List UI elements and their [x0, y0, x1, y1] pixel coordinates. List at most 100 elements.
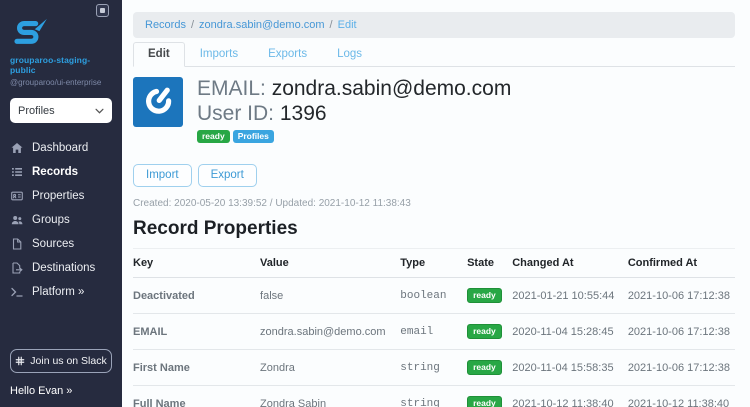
table-row-full-name: Full Name Zondra Sabin string ready 2021-10-… — [133, 385, 735, 407]
tab-logs[interactable]: Logs — [322, 42, 377, 67]
sidebar-item-label: Platform » — [32, 286, 85, 298]
column-header-value: Value — [260, 248, 401, 279]
table-row-deactivated: Deactivated false boolean ready 2021-01-21 1… — [133, 277, 735, 315]
cell-type: email — [400, 313, 468, 351]
record-meta: Created: 2020-05-20 13:39:52 / Updated: … — [133, 198, 411, 210]
brand-title: grouparoo-staging-public — [10, 55, 91, 75]
file-export-icon — [11, 262, 24, 274]
record-header: EMAIL: zondra.sabin@demo.com User ID: 13… — [133, 77, 735, 144]
breadcrumb-link-records[interactable]: Records — [145, 19, 186, 31]
record-titles: EMAIL: zondra.sabin@demo.com User ID: 13… — [197, 77, 512, 144]
sidebar-collapse-button[interactable] — [96, 4, 109, 17]
badge-ready: ready — [197, 130, 230, 144]
badge-profiles: Profiles — [232, 130, 274, 144]
record-badges: ready Profiles — [197, 130, 511, 144]
chevron-down-icon — [95, 108, 104, 114]
id-card-icon — [11, 190, 24, 202]
sidebar-item-platform[interactable]: Platform » — [10, 280, 112, 304]
cell-state: ready — [467, 385, 513, 407]
record-email-label: EMAIL: — [197, 77, 266, 100]
column-header-key: Key — [133, 248, 261, 279]
cell-key: First Name — [133, 349, 261, 387]
record-id-value: 1396 — [279, 101, 327, 125]
model-select-value: Profiles — [18, 104, 55, 117]
cell-state: ready — [467, 349, 513, 387]
cell-value: Zondra — [260, 349, 401, 387]
sidebar-item-sources[interactable]: Sources — [10, 232, 112, 256]
file-icon — [11, 238, 24, 250]
column-header-changed-at: Changed At — [512, 248, 628, 279]
sidebar-nav: Dashboard Records Properties Groups Sources D… — [10, 136, 112, 304]
cell-value: zondra.sabin@demo.com — [260, 313, 401, 351]
grouparoo-logo-icon — [14, 18, 47, 44]
import-button[interactable]: Import — [133, 164, 192, 188]
home-icon — [11, 142, 24, 154]
sidebar-item-destinations[interactable]: Destinations — [10, 256, 112, 280]
terminal-icon — [11, 286, 24, 298]
sidebar-item-label: Properties — [32, 190, 85, 202]
cell-changed-at: 2021-01-21 10:55:44 — [512, 277, 628, 315]
cell-key: Full Name — [133, 385, 261, 407]
join-slack-button[interactable]: Join us on Slack — [10, 349, 112, 373]
record-id-label: User ID: — [197, 101, 275, 125]
cell-type: string — [400, 349, 468, 387]
state-badge: ready — [467, 360, 502, 376]
sidebar-item-label: Dashboard — [32, 142, 89, 154]
user-greeting-link[interactable]: Hello Evan » — [10, 385, 112, 397]
cell-value: false — [260, 277, 401, 315]
sidebar-item-dashboard[interactable]: Dashboard — [10, 136, 112, 160]
state-badge: ready — [467, 324, 502, 340]
cell-confirmed-at: 2021-10-06 17:12:38 — [627, 313, 735, 351]
sidebar: grouparoo-staging-public @grouparoo/ui-e… — [0, 0, 122, 407]
cell-key: Deactivated — [133, 277, 261, 315]
page-title: Record Properties — [133, 218, 298, 240]
column-header-confirmed-at: Confirmed At — [627, 248, 735, 279]
table-body: Deactivated false boolean ready 2021-01-21 1… — [133, 277, 735, 407]
breadcrumb-separator: / — [190, 19, 195, 31]
breadcrumb-link-edit[interactable]: Edit — [338, 19, 357, 31]
cell-value: Zondra Sabin — [260, 385, 401, 407]
state-badge: ready — [467, 396, 502, 407]
sidebar-item-properties[interactable]: Properties — [10, 184, 112, 208]
tab-bar: Edit Imports Exports Logs — [133, 42, 735, 67]
cell-changed-at: 2020-11-04 15:28:45 — [512, 313, 628, 351]
table-row-email: EMAIL zondra.sabin@demo.com email ready 2020… — [133, 313, 735, 351]
cell-state: ready — [467, 313, 513, 351]
table-header-row: Key Value Type State Changed At Confirmed At — [133, 248, 735, 279]
sidebar-item-groups[interactable]: Groups — [10, 208, 112, 232]
tab-imports[interactable]: Imports — [185, 42, 253, 67]
collapse-icon — [100, 8, 105, 13]
record-properties-table: Key Value Type State Changed At Confirmed At … — [133, 248, 735, 407]
sidebar-item-records[interactable]: Records — [10, 160, 112, 184]
tab-exports[interactable]: Exports — [253, 42, 322, 67]
cell-changed-at: 2021-10-12 11:38:40 — [512, 385, 628, 407]
sidebar-item-label: Sources — [32, 238, 75, 250]
cell-confirmed-at: 2021-10-06 17:12:38 — [627, 349, 735, 387]
sidebar-item-label: Destinations — [32, 262, 96, 274]
sidebar-item-label: Records — [32, 166, 79, 178]
column-header-type: Type — [400, 248, 468, 279]
tab-edit[interactable]: Edit — [133, 42, 185, 67]
brand-subtitle: @grouparoo/ui-enterprise — [10, 78, 102, 87]
cell-state: ready — [467, 277, 513, 315]
join-slack-label: Join us on Slack — [30, 355, 107, 367]
record-actions: Import Export — [133, 164, 735, 188]
cell-type: boolean — [400, 277, 468, 315]
slack-icon — [15, 356, 25, 366]
record-email-value: zondra.sabin@demo.com — [271, 77, 512, 100]
cell-changed-at: 2020-11-04 15:58:35 — [512, 349, 628, 387]
table-row-first-name: First Name Zondra string ready 2020-11-04 15… — [133, 349, 735, 387]
main-content: Records / zondra.sabin@demo.com / Edit Edit I… — [122, 0, 750, 407]
breadcrumb-link-zondra-sabin-demo-com[interactable]: zondra.sabin@demo.com — [199, 19, 325, 31]
model-select-dropdown[interactable]: Profiles — [10, 98, 112, 123]
power-icon — [133, 77, 183, 127]
export-button[interactable]: Export — [197, 164, 257, 188]
cell-confirmed-at: 2021-10-06 17:12:38 — [627, 277, 735, 315]
breadcrumb-separator: / — [329, 19, 333, 31]
users-icon — [11, 214, 24, 226]
sidebar-bottom: Join us on Slack Hello Evan » — [10, 349, 112, 399]
list-icon — [11, 166, 24, 178]
column-header-state: State — [467, 248, 513, 279]
state-badge: ready — [467, 288, 502, 304]
record-id-line: User ID: 1396 — [197, 102, 511, 127]
